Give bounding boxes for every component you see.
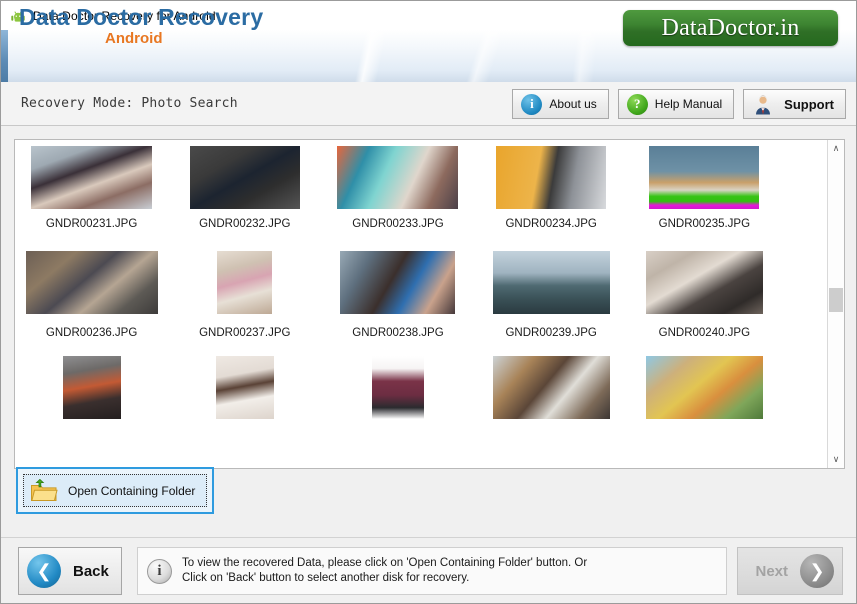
info-icon: i — [147, 558, 172, 584]
thumbnail-item[interactable]: GNDR00233.JPG — [321, 140, 474, 241]
mode-bar: Recovery Mode: Photo Search i About us ?… — [1, 82, 856, 126]
thumbnail-item[interactable] — [15, 342, 168, 443]
thumbnail-filename: GNDR00234.JPG — [505, 218, 597, 230]
info-icon: i — [521, 93, 543, 115]
support-button[interactable]: Support — [743, 89, 846, 119]
thumbnail-item[interactable]: GNDR00231.JPG — [15, 140, 168, 241]
thumbnail-image[interactable] — [492, 251, 610, 314]
thumbnail-image-wrap — [645, 348, 763, 426]
next-label: Next — [755, 562, 788, 580]
back-button[interactable]: ❮ Back — [18, 547, 122, 595]
info-message-text: To view the recovered Data, please click… — [182, 556, 587, 586]
open-containing-folder-label: Open Containing Folder — [68, 483, 196, 498]
folder-upload-icon — [30, 478, 58, 503]
thumbnail-filename: GNDR00238.JPG — [352, 327, 444, 339]
thumbnail-item[interactable]: GNDR00238.JPG — [321, 241, 474, 342]
thumbnail-image[interactable] — [215, 355, 274, 419]
chevron-left-icon: ❮ — [27, 554, 61, 588]
thumbnail-image[interactable] — [62, 355, 121, 419]
person-icon — [752, 94, 774, 115]
brand-subtitle: Android — [105, 30, 163, 47]
about-us-button[interactable]: i About us — [512, 89, 609, 119]
question-icon: ? — [626, 93, 648, 115]
thumbnail-item[interactable] — [628, 342, 781, 443]
scroll-up-arrow-icon[interactable]: ∧ — [828, 140, 844, 157]
info-line-1: To view the recovered Data, please click… — [182, 557, 588, 569]
thumbnail-item[interactable]: GNDR00236.JPG — [15, 241, 168, 342]
next-button[interactable]: Next ❯ — [737, 547, 843, 595]
logo-text: DataDoctor.in — [661, 14, 800, 41]
thumbnail-filename: GNDR00231.JPG — [45, 218, 138, 230]
thumbnail-filename: GNDR00239.JPG — [505, 327, 597, 339]
scroll-down-arrow-icon[interactable]: ∨ — [828, 451, 844, 468]
thumbnail-image[interactable] — [337, 146, 459, 209]
thumbnail-filename: GNDR00233.JPG — [352, 218, 444, 230]
datadoctor-logo[interactable]: DataDoctor.in — [623, 10, 838, 46]
thumbnail-image-wrap — [337, 146, 459, 209]
brand-title: Data Doctor Recovery — [19, 4, 264, 30]
thumbnail-item[interactable] — [475, 342, 628, 443]
open-containing-folder-button[interactable]: Open Containing Folder — [16, 467, 214, 514]
thumbnail-image-wrap — [340, 247, 456, 318]
thumbnail-filename: GNDR00236.JPG — [45, 327, 138, 339]
footer-bar: ❮ Back i To view the recovered Data, ple… — [1, 537, 856, 603]
thumbnail-image-wrap — [492, 247, 610, 318]
thumbnail-image-wrap — [496, 146, 607, 209]
vertical-scrollbar[interactable]: ∧ ∨ — [827, 140, 844, 468]
back-label: Back — [73, 562, 109, 580]
application-window: Data Doctor Recovery for Android — □ ✕ D… — [0, 0, 857, 604]
thumbnail-image[interactable] — [340, 251, 456, 314]
thumbnail-grid[interactable]: GNDR00231.JPG GNDR00232.JPG GNDR00233.JPG G… — [15, 140, 827, 468]
thumbnail-image[interactable] — [25, 251, 158, 314]
about-us-label: About us — [549, 97, 597, 111]
thumbnail-image-wrap — [649, 146, 760, 209]
thumbnail-panel: GNDR00231.JPG GNDR00232.JPG GNDR00233.JPG G… — [14, 139, 845, 469]
thumbnail-image[interactable] — [31, 146, 153, 209]
thumbnail-image-wrap — [25, 247, 158, 318]
thumbnail-image-wrap — [492, 348, 610, 426]
thumbnail-image-wrap — [31, 146, 153, 209]
thumbnail-image-wrap — [189, 146, 300, 209]
info-line-2: Click on 'Back' button to select another… — [182, 572, 470, 584]
help-manual-button[interactable]: ? Help Manual — [617, 89, 735, 119]
thumbnail-image[interactable] — [371, 355, 424, 419]
thumbnail-item[interactable]: GNDR00240.JPG — [628, 241, 781, 342]
thumbnail-item[interactable]: GNDR00237.JPG — [168, 241, 321, 342]
thumbnail-image[interactable] — [217, 251, 273, 314]
thumbnail-row: GNDR00231.JPG GNDR00232.JPG GNDR00233.JPG G… — [15, 140, 827, 241]
thumbnail-image[interactable] — [649, 146, 760, 209]
thumbnail-item[interactable] — [168, 342, 321, 443]
thumbnail-item[interactable]: GNDR00232.JPG — [168, 140, 321, 241]
thumbnail-image[interactable] — [496, 146, 607, 209]
thumbnail-image-wrap — [645, 247, 763, 318]
thumbnail-image-wrap — [62, 348, 121, 426]
help-manual-label: Help Manual — [654, 97, 723, 111]
thumbnail-image-wrap — [217, 247, 273, 318]
thumbnail-image-wrap — [371, 348, 424, 426]
thumbnail-filename: GNDR00235.JPG — [658, 218, 751, 230]
thumbnail-image-wrap — [215, 348, 274, 426]
thumbnail-item[interactable]: GNDR00234.JPG — [475, 140, 628, 241]
thumbnail-item[interactable]: GNDR00239.JPG — [475, 241, 628, 342]
recovery-mode-label: Recovery Mode: Photo Search — [21, 96, 238, 111]
thumbnail-row — [15, 342, 827, 443]
header-left-stripe — [1, 30, 8, 82]
thumbnail-image[interactable] — [645, 355, 763, 419]
thumbnail-item[interactable]: GNDR00235.JPG — [628, 140, 781, 241]
info-message-box: i To view the recovered Data, please cli… — [137, 547, 727, 595]
support-label: Support — [784, 96, 834, 112]
thumbnail-filename: GNDR00237.JPG — [199, 327, 291, 339]
open-containing-folder-focus-ring: Open Containing Folder — [23, 474, 207, 507]
thumbnail-filename: GNDR00240.JPG — [658, 327, 751, 339]
thumbnail-image[interactable] — [645, 251, 763, 314]
thumbnail-image[interactable] — [492, 355, 610, 419]
thumbnail-row: GNDR00236.JPG GNDR00237.JPG GNDR00238.JPG G… — [15, 241, 827, 342]
thumbnail-item[interactable] — [321, 342, 474, 443]
thumbnail-image[interactable] — [189, 146, 300, 209]
top-button-group: i About us ? Help Manual Support — [512, 89, 846, 119]
scrollbar-thumb[interactable] — [829, 288, 843, 312]
chevron-right-icon: ❯ — [800, 554, 834, 588]
thumbnail-filename: GNDR00232.JPG — [199, 218, 291, 230]
